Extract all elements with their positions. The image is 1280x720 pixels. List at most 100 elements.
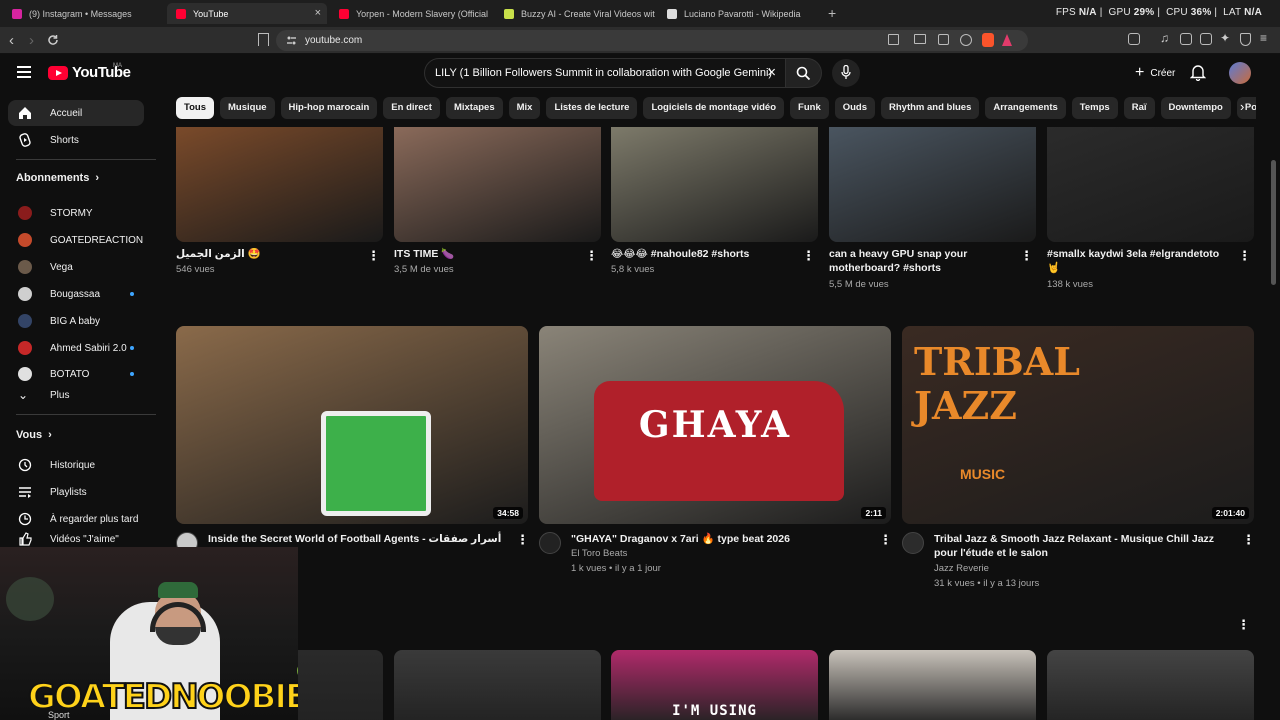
video-thumbnail[interactable]: TRIBAL JAZZ MUSIC 2:01:40: [902, 326, 1254, 524]
short-card[interactable]: ITS TIME 🍆 3,5 M de vues ⋮: [394, 127, 601, 297]
search-input[interactable]: LILY (1 Billion Followers Summit in coll…: [435, 67, 772, 79]
translate-icon[interactable]: [888, 34, 899, 45]
video-thumbnail[interactable]: 34:58: [176, 326, 528, 524]
more-options-icon[interactable]: ⋮: [1237, 617, 1250, 633]
back-icon[interactable]: ‹: [9, 32, 14, 49]
filter-chip[interactable]: Tous: [176, 97, 214, 119]
sidebar-icon[interactable]: [1180, 33, 1192, 45]
site-settings-icon[interactable]: [286, 35, 297, 46]
channel-avatar[interactable]: [902, 532, 924, 554]
vpn-icon[interactable]: [1240, 33, 1251, 46]
reload-icon[interactable]: [47, 34, 59, 46]
short-title[interactable]: can a heavy GPU snap your motherboard? #…: [829, 247, 1014, 275]
more-options-icon[interactable]: ⋮: [1238, 248, 1251, 264]
more-options-icon[interactable]: ⋮: [516, 532, 529, 548]
filter-chip[interactable]: Ouds: [834, 97, 876, 119]
cast-icon[interactable]: [914, 34, 926, 44]
sidebar-item-subscription[interactable]: STORMY: [8, 200, 144, 226]
channel-name[interactable]: El Toro Beats: [571, 547, 627, 561]
bookmark-icon[interactable]: [258, 33, 269, 46]
more-options-icon[interactable]: ⋮: [585, 248, 598, 264]
tab-buzzy[interactable]: Buzzy AI - Create Viral Videos with AI: [495, 3, 655, 24]
video-card[interactable]: TRIBAL JAZZ MUSIC 2:01:40 Tribal Jazz & Smo…: [902, 326, 1255, 596]
account-avatar[interactable]: [1229, 62, 1251, 84]
sidebar-item-sport[interactable]: Sport: [48, 710, 70, 720]
filter-chip[interactable]: Mixtapes: [445, 97, 503, 119]
short-card[interactable]: #smallx kaydwi 3ela #elgrandetoto 🤘 138 k…: [1047, 127, 1254, 297]
sidebar-item-subscription[interactable]: BIG A baby: [8, 308, 144, 334]
search-box[interactable]: LILY (1 Billion Followers Summit in coll…: [424, 58, 786, 88]
sidebar-item-watch-later[interactable]: À regarder plus tard: [8, 506, 144, 532]
more-options-icon[interactable]: ⋮: [367, 248, 380, 264]
download-icon[interactable]: [960, 34, 972, 46]
share-icon[interactable]: [938, 34, 949, 45]
sidebar-item-more[interactable]: ⌄ Plus: [8, 382, 144, 408]
video-card[interactable]: GHAYA 2:11 "GHAYA" Draganov x 7ari 🔥 type …: [539, 326, 892, 596]
sidebar-item-shorts[interactable]: Shorts: [8, 127, 144, 153]
sidebar-item-subscription[interactable]: Bougassaa: [8, 281, 144, 307]
short-card[interactable]: 😂😂😂 #nahoule82 #shorts 5,8 k vues ⋮: [611, 127, 818, 297]
tab-wikipedia[interactable]: Luciano Pavarotti - Wikipedia: [658, 3, 818, 24]
more-options-icon[interactable]: ⋮: [1242, 532, 1255, 548]
channel-avatar[interactable]: [539, 532, 561, 554]
filter-chip[interactable]: Raï: [1123, 97, 1155, 119]
leo-ai-icon[interactable]: ✦: [1220, 31, 1234, 45]
filter-chip[interactable]: Musique: [220, 97, 275, 119]
short-card[interactable]: الزمن الجميل 🤩 546 vues ⋮: [176, 127, 383, 297]
short-title[interactable]: #smallx kaydwi 3ela #elgrandetoto 🤘: [1047, 247, 1232, 275]
menu-icon[interactable]: ≡: [1260, 31, 1274, 45]
clear-search-icon[interactable]: ×: [767, 64, 776, 81]
filter-chip[interactable]: Funk: [790, 97, 829, 119]
channel-name[interactable]: Jazz Reverie: [934, 562, 989, 576]
filter-chip[interactable]: Hip-hop marocain: [280, 97, 378, 119]
voice-search-button[interactable]: [832, 59, 860, 87]
music-icon[interactable]: ♫: [1160, 31, 1174, 45]
short-title[interactable]: الزمن الجميل 🤩: [176, 247, 361, 261]
video-title[interactable]: Tribal Jazz & Smooth Jazz Relaxant - Mus…: [934, 532, 1234, 560]
short-card[interactable]: can a heavy GPU snap your motherboard? #…: [829, 127, 1036, 297]
sidebar-item-liked[interactable]: Vidéos "J'aime": [8, 532, 144, 546]
new-tab-button[interactable]: +: [828, 5, 836, 21]
brave-shield-icon[interactable]: [982, 33, 994, 47]
sidebar-item-home[interactable]: Accueil: [8, 100, 144, 126]
short-thumbnail[interactable]: [176, 127, 383, 242]
short-thumbnail[interactable]: [829, 127, 1036, 242]
video-thumbnail[interactable]: [1047, 650, 1254, 720]
wallet-icon[interactable]: [1200, 33, 1212, 45]
video-thumbnail[interactable]: I'M USING: [611, 650, 818, 720]
filter-chip[interactable]: Downtempo: [1160, 97, 1231, 119]
filter-chip[interactable]: Temps: [1071, 97, 1118, 119]
you-header[interactable]: Vous ›: [16, 429, 52, 441]
screenshot-icon[interactable]: [1128, 33, 1140, 45]
filter-chip[interactable]: Arrangements: [985, 97, 1066, 119]
sidebar-item-subscription[interactable]: Vega: [8, 254, 144, 280]
short-thumbnail[interactable]: [394, 127, 601, 242]
short-thumbnail[interactable]: [1047, 127, 1254, 242]
tab-yorpen[interactable]: Yorpen - Modern Slavery (Official Au: [330, 3, 490, 24]
filter-chip[interactable]: En direct: [383, 97, 440, 119]
filter-chip[interactable]: Listes de lecture: [546, 97, 638, 119]
short-thumbnail[interactable]: [611, 127, 818, 242]
short-title[interactable]: 😂😂😂 #nahoule82 #shorts: [611, 247, 796, 261]
hamburger-menu-icon[interactable]: [17, 66, 31, 78]
sidebar-item-subscription[interactable]: Ahmed Sabiri 2.0: [8, 335, 144, 361]
tab-youtube[interactable]: YouTube ×: [167, 3, 327, 24]
rewards-icon[interactable]: [1002, 34, 1012, 46]
page-scrollbar[interactable]: [1271, 160, 1276, 285]
filter-chip[interactable]: Rhythm and blues: [881, 97, 980, 119]
video-thumbnail[interactable]: GHAYA 2:11: [539, 326, 891, 524]
url-bar[interactable]: youtube.com: [276, 30, 1028, 51]
sidebar-item-subscription[interactable]: GOATEDREACTION: [8, 227, 144, 253]
forward-icon[interactable]: ›: [29, 32, 34, 49]
subscriptions-header[interactable]: Abonnements ›: [16, 172, 99, 184]
video-thumbnail[interactable]: [829, 650, 1036, 720]
more-options-icon[interactable]: ⋮: [1020, 248, 1033, 264]
create-button[interactable]: + Créer: [1123, 59, 1187, 87]
filter-chip[interactable]: Logiciels de montage vidéo: [643, 97, 785, 119]
chips-next-icon[interactable]: ›: [1240, 99, 1244, 114]
sidebar-item-history[interactable]: Historique: [8, 452, 144, 478]
video-thumbnail[interactable]: [394, 650, 601, 720]
filter-chip[interactable]: Mix: [508, 97, 541, 119]
video-title[interactable]: "GHAYA" Draganov x 7ari 🔥 type beat 2026: [571, 532, 871, 546]
sidebar-item-playlists[interactable]: Playlists: [8, 479, 144, 505]
